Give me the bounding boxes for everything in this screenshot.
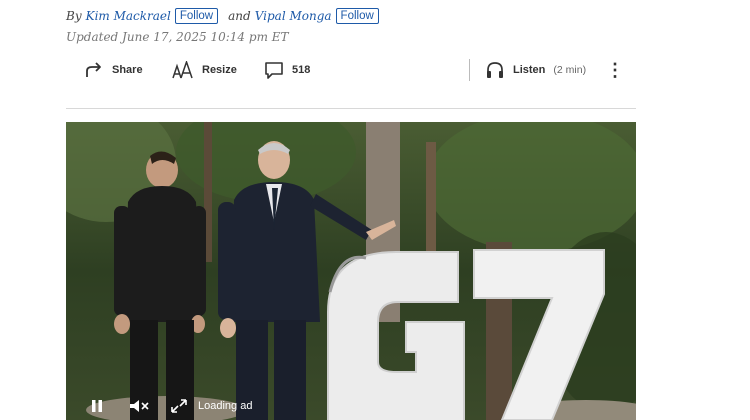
- fullscreen-icon[interactable]: [170, 398, 188, 414]
- resize-icon: [172, 61, 194, 79]
- mute-icon[interactable]: [128, 398, 150, 414]
- more-options-icon[interactable]: ⋮: [606, 56, 624, 84]
- loading-ad-label: Loading ad: [198, 400, 253, 412]
- byline-prefix: By: [66, 9, 82, 23]
- resize-button[interactable]: Resize: [172, 56, 237, 84]
- share-button[interactable]: Share: [84, 56, 143, 84]
- comment-bubble-icon: [264, 61, 284, 79]
- comments-button[interactable]: 518: [264, 56, 310, 84]
- divider-rule: [66, 108, 636, 109]
- listen-label: Listen: [513, 64, 546, 76]
- byline-joiner: and: [228, 9, 251, 23]
- updated-timestamp: Updated June 17, 2025 10:14 pm ET: [66, 30, 289, 44]
- listen-duration: (2 min): [553, 64, 587, 76]
- share-icon: [84, 61, 104, 79]
- listen-button[interactable]: Listen (2 min): [485, 56, 586, 84]
- follow-author-1-button[interactable]: Follow: [174, 8, 219, 24]
- video-controls: Loading ad: [66, 392, 636, 420]
- article-toolbar: Share Resize 518 Listen (2 min) ⋮: [66, 56, 636, 84]
- author-link-2[interactable]: Vipal Monga: [255, 9, 332, 23]
- follow-author-2-button[interactable]: Follow: [335, 8, 379, 24]
- byline: By Kim Mackrael Follow and Vipal Monga F…: [66, 7, 379, 25]
- toolbar-divider: [469, 59, 470, 81]
- video-frame-image: [66, 122, 636, 420]
- pause-icon[interactable]: [90, 398, 104, 414]
- share-label: Share: [112, 64, 143, 76]
- author-link-1[interactable]: Kim Mackrael: [86, 9, 171, 23]
- comments-count: 518: [292, 64, 311, 76]
- headphones-icon: [485, 61, 505, 79]
- resize-label: Resize: [202, 64, 237, 76]
- video-player[interactable]: Loading ad: [66, 122, 636, 420]
